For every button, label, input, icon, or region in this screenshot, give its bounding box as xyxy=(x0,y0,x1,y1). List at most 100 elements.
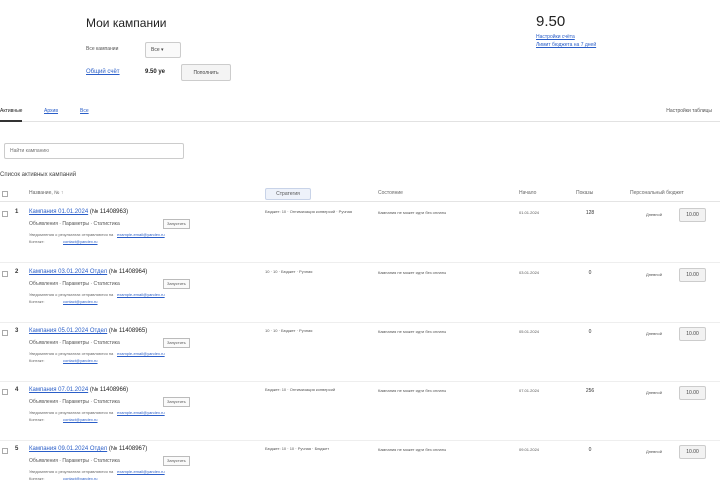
status-text: Кампания не может идти без оплаты xyxy=(378,388,447,393)
tabs-bar: Активные Архив Все Настройки таблицы xyxy=(0,102,720,122)
campaign-actions[interactable]: Объявления · Параметры · Статистика xyxy=(29,340,120,346)
notification-note: Уведомления о результатах отправляются н… xyxy=(29,351,114,356)
contact-email[interactable]: contact@yandex.ru xyxy=(63,299,98,304)
row-checkbox[interactable] xyxy=(2,448,8,454)
row-checkbox[interactable] xyxy=(2,389,8,395)
status-text: Кампания не может идти без оплаты xyxy=(378,447,447,452)
col-strategy[interactable]: Стратегия xyxy=(265,188,311,200)
status-text: Кампания не может идти без оплаты xyxy=(378,270,447,275)
start-date: 09.01.2024 xyxy=(519,447,540,452)
col-name[interactable]: Название, № ↑ xyxy=(29,190,63,196)
section-title: Список активных кампаний xyxy=(0,172,77,178)
campaign-id: (№ 11408967) xyxy=(108,446,148,452)
campaign-name: Кампания 01.01.2024 (№ 11408963) xyxy=(29,209,128,215)
search-input[interactable] xyxy=(10,148,180,154)
page-title: Мои кампании xyxy=(86,16,167,30)
table-row: 5 Кампания 09.01.2024 Отдел (№ 11408967) О… xyxy=(0,440,720,480)
contact-email[interactable]: contact@yandex.ru xyxy=(63,476,98,480)
row-checkbox[interactable] xyxy=(2,211,8,217)
strategy-text: Бюджет: 10 · 10 · Ручная · Бюджет xyxy=(265,446,330,451)
row-checkbox[interactable] xyxy=(2,330,8,336)
col-status[interactable]: Состояние xyxy=(378,190,403,196)
start-date: 05.01.2024 xyxy=(519,329,540,334)
budget-value: 9.50 xyxy=(536,13,566,30)
budget-button[interactable]: 10.00 xyxy=(679,268,706,282)
contact-label: Контакт: xyxy=(29,299,45,304)
notification-note: Уведомления о результатах отправляются н… xyxy=(29,292,114,297)
contact-email[interactable]: contact@yandex.ru xyxy=(63,417,98,422)
contact-label: Контакт: xyxy=(29,239,45,244)
select-all-checkbox[interactable] xyxy=(2,191,8,197)
chevron-down-icon: ▾ xyxy=(161,47,164,53)
contact-email[interactable]: contact@yandex.ru xyxy=(63,358,98,363)
tab-archive[interactable]: Архив xyxy=(44,108,58,114)
budget-button[interactable]: 10.00 xyxy=(679,445,706,459)
col-count[interactable]: Показы xyxy=(576,190,593,196)
campaign-id: (№ 11408966) xyxy=(89,387,129,393)
campaign-link[interactable]: Кампания 01.01.2024 xyxy=(29,209,88,215)
budget-button[interactable]: 10.00 xyxy=(679,327,706,341)
launch-button[interactable]: Запустить xyxy=(163,338,190,348)
campaign-actions[interactable]: Объявления · Параметры · Статистика xyxy=(29,458,120,464)
strategy-text: 10 · 10 · Бюджет · Ручная xyxy=(265,328,313,333)
tab-active[interactable]: Активные xyxy=(0,108,23,122)
strategy-text: 10 · 10 · Бюджет · Ручная xyxy=(265,269,313,274)
budget-button[interactable]: 10.00 xyxy=(679,386,706,400)
contact-email[interactable]: contact@yandex.ru xyxy=(63,239,98,244)
campaign-actions[interactable]: Объявления · Параметры · Статистика xyxy=(29,281,120,287)
impressions-count: 256 xyxy=(585,388,595,394)
contact-label: Контакт: xyxy=(29,476,45,480)
filter-label: Все кампании xyxy=(86,46,119,52)
campaign-link[interactable]: Кампания 09.01.2024 Отдел xyxy=(29,446,107,452)
top-up-button[interactable]: Пополнить xyxy=(181,64,231,81)
notification-email[interactable]: example-email@yandex.ru xyxy=(117,469,165,474)
contact-label: Контакт: xyxy=(29,417,45,422)
notification-note: Уведомления о результатах отправляются н… xyxy=(29,410,114,415)
campaign-actions[interactable]: Объявления · Параметры · Статистика xyxy=(29,399,120,405)
campaign-name: Кампания 05.01.2024 Отдел (№ 11408965) xyxy=(29,328,147,334)
campaign-name: Кампания 07.01.2024 (№ 11408966) xyxy=(29,387,128,393)
notification-email[interactable]: example-email@yandex.ru xyxy=(117,232,165,237)
campaign-actions[interactable]: Объявления · Параметры · Статистика xyxy=(29,221,120,227)
notification-email[interactable]: example-email@yandex.ru xyxy=(117,410,165,415)
notification-note: Уведомления о результатах отправляются н… xyxy=(29,469,114,474)
filter-select[interactable]: Все ▾ xyxy=(145,42,181,58)
search-box[interactable] xyxy=(4,143,184,159)
campaign-link[interactable]: Кампания 03.01.2024 Отдел xyxy=(29,269,107,275)
campaign-link[interactable]: Кампания 05.01.2024 Отдел xyxy=(29,328,107,334)
impressions-count: 0 xyxy=(588,447,592,453)
row-checkbox[interactable] xyxy=(2,271,8,277)
row-number: 2 xyxy=(15,269,19,275)
budget-type: Дневной xyxy=(646,449,662,454)
row-number: 3 xyxy=(15,328,19,334)
row-number: 1 xyxy=(15,209,19,215)
filter-select-value: Все xyxy=(151,47,160,53)
launch-button[interactable]: Запустить xyxy=(163,397,190,407)
notification-email[interactable]: example-email@yandex.ru xyxy=(117,292,165,297)
budget-type: Дневной xyxy=(646,331,662,336)
table-header: Название, № ↑ Стратегия Состояние Начало… xyxy=(0,186,720,202)
campaign-name: Кампания 03.01.2024 Отдел (№ 11408964) xyxy=(29,269,147,275)
impressions-count: 128 xyxy=(585,210,595,216)
launch-button[interactable]: Запустить xyxy=(163,456,190,466)
row-number: 4 xyxy=(15,387,19,393)
budget-type: Дневной xyxy=(646,390,662,395)
notification-email[interactable]: example-email@yandex.ru xyxy=(117,351,165,356)
table-row: 3 Кампания 05.01.2024 Отдел (№ 11408965) О… xyxy=(0,322,720,382)
status-text: Кампания не может идти без оплаты xyxy=(378,329,447,334)
table-settings-link[interactable]: Настройки таблицы xyxy=(666,108,712,114)
total-value: 9.50 уе xyxy=(145,69,165,75)
total-account-link[interactable]: Общий счёт xyxy=(86,69,120,75)
col-budget[interactable]: Персональный бюджет xyxy=(630,190,684,196)
launch-button[interactable]: Запустить xyxy=(163,279,190,289)
budget-type: Дневной xyxy=(646,272,662,277)
start-date: 01.01.2024 xyxy=(519,210,540,215)
tab-all[interactable]: Все xyxy=(80,108,89,114)
campaign-link[interactable]: Кампания 07.01.2024 xyxy=(29,387,88,393)
budget-button[interactable]: 10.00 xyxy=(679,208,706,222)
col-date[interactable]: Начало xyxy=(519,190,536,196)
budget-limit-link[interactable]: Лимит бюджета на 7 дней xyxy=(536,42,596,48)
campaign-id: (№ 11408965) xyxy=(108,328,148,334)
budget-settings-link[interactable]: Настройки счёта xyxy=(536,34,575,40)
launch-button[interactable]: Запустить xyxy=(163,219,190,229)
